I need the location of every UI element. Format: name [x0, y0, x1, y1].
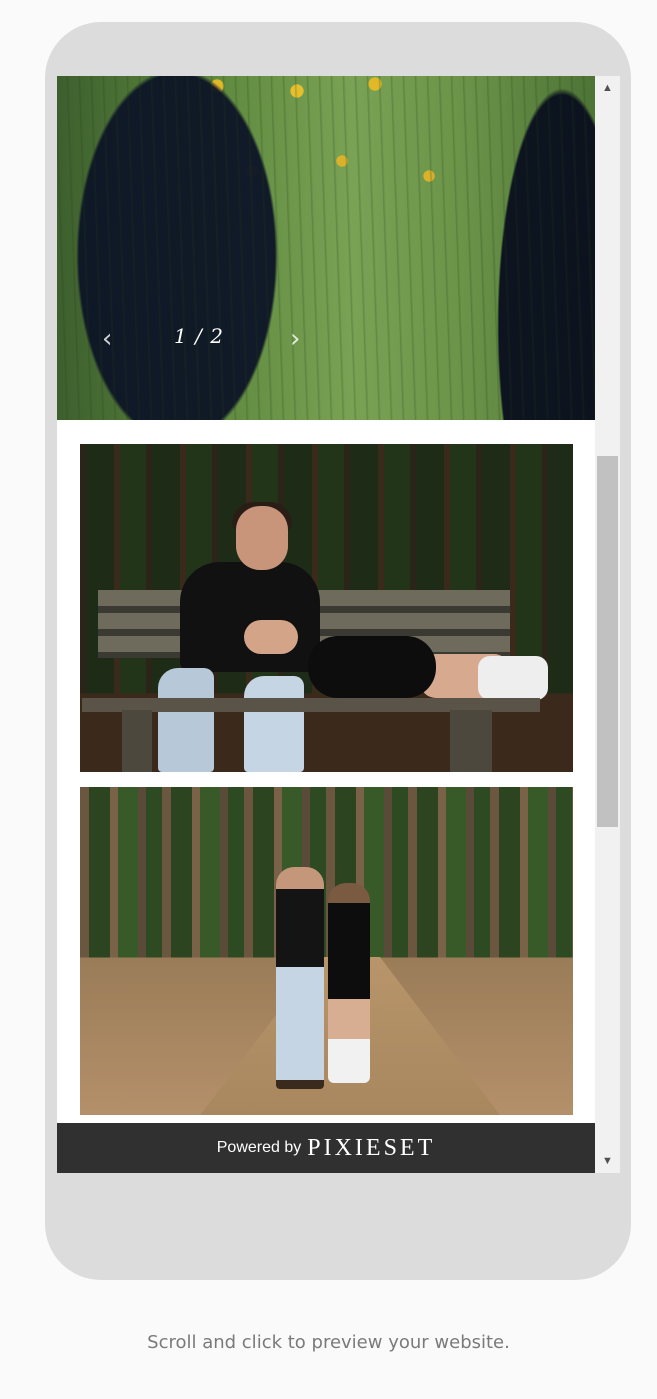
powered-by-label: Powered by: [216, 1139, 302, 1156]
man-figure: [180, 562, 320, 672]
bench-leg-right: [450, 710, 492, 772]
hero-slideshow[interactable]: ‹ 1 / 2 ›: [57, 76, 595, 420]
woman-figure: [328, 883, 370, 1083]
pixieset-logo: PIXIESET: [307, 1135, 436, 1161]
woman-boots: [478, 656, 548, 700]
couple-on-bench-photo[interactable]: [80, 444, 573, 772]
chevron-left-icon[interactable]: ‹: [102, 324, 112, 354]
scrollbar-thumb[interactable]: [597, 456, 618, 827]
scroll-down-arrow-icon[interactable]: ▼: [595, 1152, 620, 1170]
preview-scrollbar[interactable]: ▲ ▼: [595, 76, 620, 1173]
woman-figure: [308, 636, 436, 698]
chevron-right-icon[interactable]: ›: [290, 324, 300, 354]
man-figure: [276, 867, 324, 1089]
man-jeans-right: [244, 676, 304, 772]
powered-by-pixieset-badge[interactable]: Powered by PIXIESET: [57, 1123, 595, 1173]
scroll-up-arrow-icon[interactable]: ▲: [595, 79, 620, 97]
couple-in-forest-photo[interactable]: [80, 787, 573, 1115]
bench-leg-left: [122, 710, 152, 772]
man-jeans-left: [158, 668, 214, 772]
woman-head: [244, 620, 298, 654]
website-preview-screen[interactable]: ‹ 1 / 2 › Powered by PIXIESET: [57, 76, 595, 1173]
man-head: [236, 506, 288, 570]
preview-hint-text: Scroll and click to preview your website…: [147, 1332, 510, 1353]
slide-counter: 1 / 2: [174, 324, 224, 348]
